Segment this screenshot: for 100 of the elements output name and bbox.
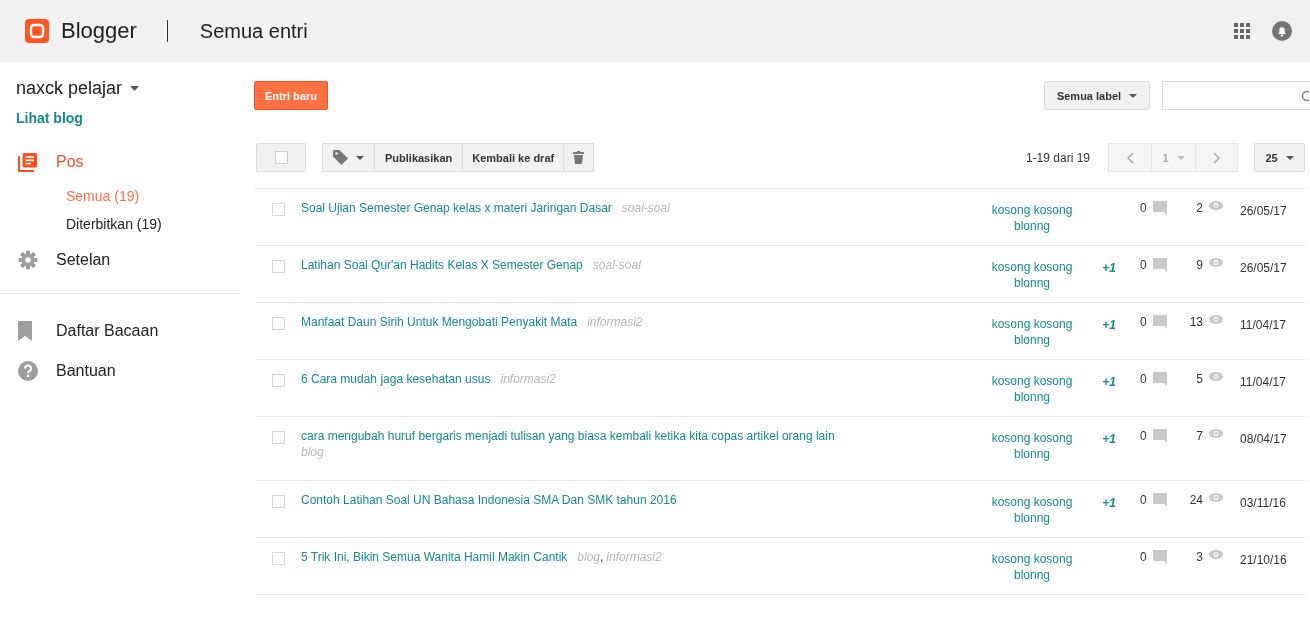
- notification-bell-icon[interactable]: [1272, 21, 1292, 41]
- view-count: 13: [1189, 315, 1203, 329]
- post-author: kosong kosong blonng: [990, 259, 1074, 292]
- brand-name: Blogger: [61, 18, 137, 44]
- caret-icon: [1129, 93, 1138, 98]
- trash-icon: [573, 151, 585, 164]
- previous-page-button[interactable]: [1108, 143, 1152, 172]
- view-count: 24: [1189, 493, 1203, 507]
- eye-icon: [1209, 315, 1223, 324]
- row-checkbox[interactable]: [272, 203, 285, 216]
- search-field[interactable]: [1162, 81, 1310, 110]
- post-title-link[interactable]: 5 Trik Ini, Bikin Semua Wanita Hamil Makin Cantik: [301, 550, 568, 564]
- revert-to-draft-button[interactable]: Kembali ke draf: [462, 143, 565, 172]
- nav-item[interactable]: Daftar Bacaan: [56, 322, 159, 340]
- row-checkbox[interactable]: [272, 317, 285, 330]
- logo-icon[interactable]: [25, 19, 49, 43]
- eye-icon: [1209, 429, 1223, 438]
- comment-count: 0: [1140, 315, 1147, 329]
- posts-icon: [18, 152, 38, 172]
- publish-button[interactable]: Publikasikan: [374, 143, 464, 172]
- comment-icon: [1152, 550, 1167, 564]
- settings-icon: [18, 250, 38, 270]
- page-size-dropdown[interactable]: 25: [1254, 143, 1305, 172]
- post-date: 26/05/17: [1239, 204, 1288, 220]
- post-date: 11/04/17: [1239, 318, 1287, 334]
- nav-subitem[interactable]: Diterbitkan (19): [0, 210, 240, 238]
- post-author: kosong kosong blonng: [990, 316, 1074, 349]
- post-title-link[interactable]: Latihan Soal Qur'an Hadits Kelas X Semester Genap: [301, 258, 583, 272]
- view-count: 7: [1196, 429, 1203, 443]
- post-title-link[interactable]: 6 Cara mudah jaga kesehatan usus: [301, 372, 491, 386]
- row-checkbox[interactable]: [272, 374, 285, 387]
- chevron-right-icon: [1213, 151, 1220, 164]
- chevron-left-icon: [1126, 151, 1134, 164]
- row-checkbox[interactable]: [272, 260, 285, 273]
- eye-icon: [1209, 372, 1223, 381]
- tag-icon: [333, 150, 348, 165]
- comment-count: 0: [1140, 493, 1147, 507]
- comment-icon: [1152, 372, 1167, 386]
- select-all-button[interactable]: [256, 143, 306, 172]
- label-button[interactable]: [322, 143, 375, 172]
- comment-icon: [1152, 493, 1167, 507]
- comment-icon: [1152, 201, 1167, 215]
- post-count: 1-19 dari 19: [1025, 150, 1090, 165]
- separator-comma: ,: [600, 550, 604, 564]
- post-author: kosong kosong blonng: [990, 430, 1074, 463]
- post-date: 08/04/17: [1239, 432, 1288, 448]
- plus-one-count: +1: [1101, 318, 1117, 334]
- view-count: 9: [1196, 258, 1203, 272]
- post-date: 26/05/17: [1239, 261, 1288, 277]
- post-date: 03/11/16: [1239, 496, 1287, 512]
- comment-count: 0: [1140, 550, 1147, 564]
- plus-one-count: +1: [1101, 261, 1117, 277]
- comment-count: 0: [1140, 429, 1147, 443]
- label-filter-dropdown[interactable]: Semua label: [1044, 81, 1150, 110]
- eye-icon: [1209, 550, 1223, 559]
- blog-name[interactable]: naxck pelajar: [16, 78, 123, 99]
- comment-count: 0: [1140, 201, 1147, 215]
- caret-icon: [1285, 155, 1294, 160]
- eye-icon: [1209, 493, 1223, 502]
- comment-icon: [1152, 258, 1167, 272]
- apps-grid-icon[interactable]: [1234, 23, 1250, 39]
- search-icon: [1301, 89, 1309, 102]
- post-title-link[interactable]: Contoh Latihan Soal UN Bahasa Indonesia SMA Dan SMK tahun 2016: [301, 493, 677, 507]
- post-author: kosong kosong blonng: [990, 551, 1074, 584]
- delete-button[interactable]: [563, 143, 595, 172]
- plus-one-count: +1: [1101, 496, 1117, 512]
- bookmark-icon: [18, 321, 32, 341]
- plus-one-count: +1: [1101, 432, 1117, 448]
- page-title: Semua entri: [199, 19, 308, 43]
- comment-icon: [1152, 315, 1167, 329]
- row-checkbox[interactable]: [272, 495, 285, 508]
- nav-item[interactable]: Setelan: [56, 251, 111, 269]
- view-count: 2: [1196, 201, 1203, 215]
- caret-icon: [356, 155, 364, 160]
- comment-icon: [1152, 429, 1167, 443]
- eye-icon: [1209, 258, 1223, 267]
- post-title-link[interactable]: Manfaat Daun Sirih Untuk Mengobati Penyakit Mata: [301, 315, 578, 329]
- help-icon: [18, 361, 38, 381]
- post-title-link[interactable]: Soal Ujian Semester Genap kelas x materi Jaringan Dasar: [301, 201, 612, 215]
- view-blog-link[interactable]: Lihat blog: [16, 110, 83, 126]
- row-checkbox[interactable]: [272, 552, 285, 565]
- post-title-link[interactable]: cara mengubah huruf bergaris menjadi tulisan yang biasa kembali ketika kita copas artikel orang lain: [301, 429, 835, 443]
- nav-item[interactable]: Bantuan: [56, 362, 116, 380]
- view-count: 3: [1196, 550, 1203, 564]
- comment-count: 0: [1140, 258, 1147, 272]
- post-author: kosong kosong blonng: [990, 494, 1074, 527]
- new-post-button[interactable]: Entri baru: [254, 81, 328, 110]
- nav-item[interactable]: Pos: [56, 153, 84, 171]
- eye-icon: [1209, 201, 1223, 210]
- next-page-button[interactable]: [1195, 143, 1238, 172]
- comment-count: 0: [1140, 372, 1147, 386]
- caret-icon[interactable]: [130, 86, 140, 91]
- nav-subitem[interactable]: Semua (19): [0, 182, 240, 210]
- post-date: 21/10/16: [1239, 553, 1288, 569]
- row-checkbox[interactable]: [272, 431, 285, 444]
- caret-icon: [1176, 155, 1185, 160]
- view-count: 5: [1196, 372, 1203, 386]
- post-author: kosong kosong blonng: [990, 373, 1074, 406]
- post-author: kosong kosong blonng: [990, 202, 1074, 235]
- post-date: 11/04/17: [1239, 375, 1287, 391]
